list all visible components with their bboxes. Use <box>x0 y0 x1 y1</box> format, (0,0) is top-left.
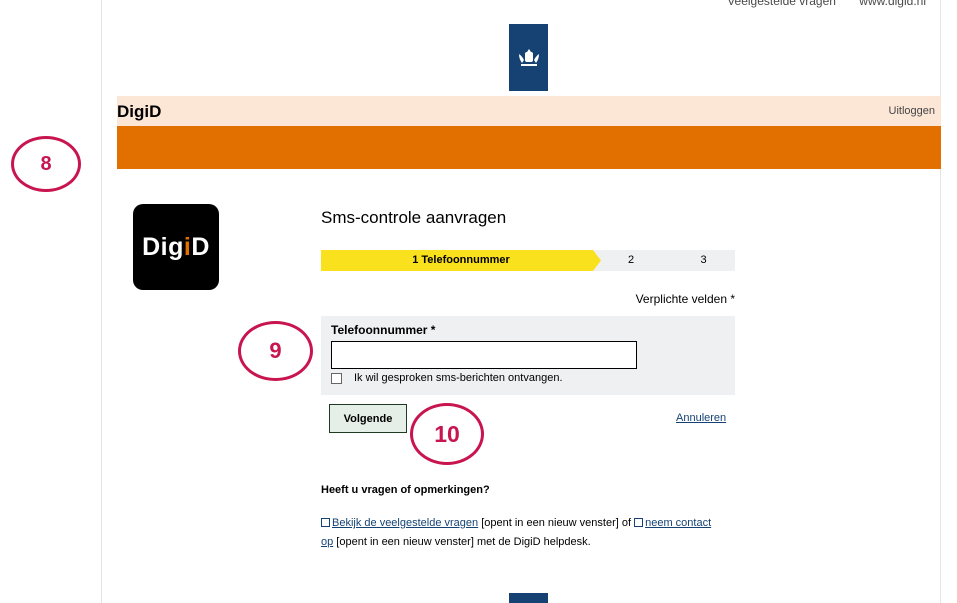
step-1-phone: 1 Telefoonnummer <box>321 250 601 271</box>
new-window-note-1: [opent in een nieuw venster] of <box>478 517 635 529</box>
digid-site-link[interactable]: www.digid.nl <box>859 0 926 8</box>
step-2: 2 <box>627 254 635 266</box>
help-heading: Heeft u vragen of opmerkingen? <box>321 484 490 496</box>
top-links-bar: Veelgestelde vragen www.digid.nl <box>101 0 941 24</box>
screenshot-stage: Veelgestelde vragen www.digid.nl DigiD U… <box>0 0 957 603</box>
annotation-badge-10: 10 <box>410 403 484 465</box>
voice-sms-checkbox-label[interactable]: Ik wil gesproken sms-berichten ontvangen… <box>354 372 563 384</box>
top-links: Veelgestelde vragen www.digid.nl <box>707 0 926 8</box>
logo-text-dig: Dig <box>142 232 184 261</box>
faq-link[interactable]: Bekijk de veelgestelde vragen <box>332 517 478 529</box>
phone-input[interactable] <box>331 341 637 369</box>
contact-link-cont[interactable]: op <box>321 536 333 548</box>
annotation-badge-9: 9 <box>238 321 313 381</box>
brand-title: DigiD <box>117 102 162 121</box>
required-fields-note: Verplichte velden * <box>635 292 735 306</box>
phone-form-panel: Telefoonnummer * Ik wil gesproken sms-be… <box>321 316 735 395</box>
progress-steps: 1 Telefoonnummer 2 3 <box>321 250 735 271</box>
logo-text-d: D <box>191 232 210 261</box>
phone-label: Telefoonnummer * <box>331 323 436 337</box>
page-title: Sms-controle aanvragen <box>321 208 507 227</box>
step-3: 3 <box>700 254 707 266</box>
external-link-icon <box>321 518 330 527</box>
cancel-link[interactable]: Annuleren <box>676 412 726 424</box>
help-paragraph: Bekijk de veelgestelde vragen [opent in … <box>321 514 741 552</box>
header-bar: DigiD Uitloggen <box>117 96 941 126</box>
logout-link[interactable]: Uitloggen <box>889 105 935 117</box>
contact-link[interactable]: neem contact <box>645 517 711 529</box>
external-link-icon <box>634 518 644 527</box>
faq-top-link[interactable]: Veelgestelde vragen <box>727 0 836 8</box>
orange-banner <box>117 126 941 169</box>
crest-icon <box>518 48 539 66</box>
digid-logo: Dig i D <box>133 204 219 290</box>
logo-text-i: i <box>183 232 192 261</box>
new-window-note-2: [opent in een nieuw venster] met de Digi… <box>333 536 591 548</box>
voice-sms-checkbox[interactable] <box>331 373 342 384</box>
rijksoverheid-logo <box>509 24 548 91</box>
footer-logo-edge <box>509 593 548 603</box>
annotation-badge-8: 8 <box>11 136 81 192</box>
next-button[interactable]: Volgende <box>329 404 407 433</box>
